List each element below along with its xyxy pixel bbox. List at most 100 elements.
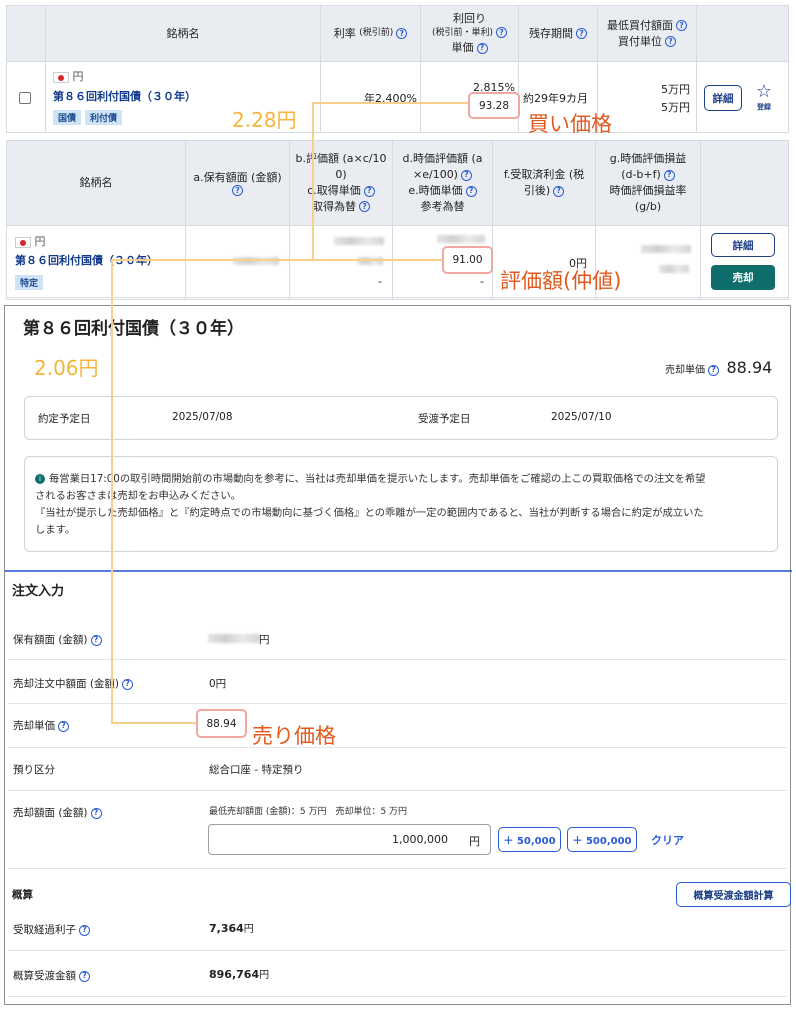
sell-price-summary: 売却単価? 88.94	[665, 358, 773, 377]
currency-label: 円	[53, 68, 84, 84]
masked-value	[437, 235, 485, 243]
term-value: 約29年9カ月	[523, 92, 588, 105]
row-checkbox[interactable]	[19, 92, 31, 104]
buy-price-highlight: 93.28	[468, 92, 520, 119]
buy-spread-annotation: 2.28円	[232, 108, 297, 132]
unit-value: 5万円	[661, 101, 690, 114]
accrued-interest-value: 7,364円	[209, 922, 254, 935]
help-icon[interactable]: ?	[476, 42, 488, 54]
holding-label: 保有額面 (金額)?	[13, 632, 102, 647]
japan-flag-icon	[15, 236, 31, 248]
help-icon[interactable]: ?	[58, 720, 69, 732]
custody-label: 預り区分	[13, 764, 55, 776]
settlement-amount-value: 896,764円	[209, 968, 270, 981]
sell-face-label: 売却額面 (金額)?	[13, 805, 102, 820]
header-rate: 利率 (税引前)?	[321, 6, 420, 61]
help-icon[interactable]: ?	[708, 364, 719, 376]
help-icon[interactable]: ?	[90, 634, 102, 646]
header-market-value: d.時価評価額 (a ×e/100)? e.時価単価? 参考為替	[402, 152, 483, 213]
help-icon[interactable]: ?	[465, 185, 477, 197]
mid-price-annotation: 評価額(仲値)	[500, 269, 622, 293]
selling-amount-value: 0円	[209, 678, 227, 690]
help-icon[interactable]: ?	[90, 807, 102, 819]
header-valuation: b.評価額 (a×c/10 0) c.取得単価? 取得為替?	[295, 152, 387, 213]
help-icon[interactable]: ?	[676, 20, 687, 32]
page-title: 第８６回利付国債（３０年）	[23, 319, 244, 339]
min-amount-value: 5万円	[661, 83, 690, 96]
purchase-bond-table: 銘柄名 利率 (税引前)? 利回り (税引前・単利)? 単価? 残存期間? 最低…	[6, 5, 789, 133]
help-icon[interactable]: ?	[232, 185, 243, 197]
help-icon[interactable]: ?	[396, 28, 408, 39]
account-tag: 特定	[15, 275, 47, 290]
header-name: 銘柄名	[166, 26, 200, 40]
header-yield: 利回り (税引前・単利)? 単価?	[421, 6, 518, 61]
detail-button[interactable]: 詳細	[711, 233, 775, 257]
help-icon[interactable]: ?	[665, 36, 676, 47]
accrued-interest-label: 受取経過利子?	[13, 922, 90, 937]
japan-flag-icon	[53, 71, 69, 83]
reference-fx: -	[480, 275, 484, 288]
custody-value: 総合口座 - 特定預り	[209, 764, 304, 776]
header-received-interest: f.受取済利金 (税 引後)?	[503, 168, 585, 197]
holdings-table: 銘柄名 a.保有額面 (金額)? b.評価額 (a×c/10 0) c.取得単価…	[6, 140, 789, 300]
connector-line	[111, 259, 113, 723]
clear-link[interactable]: クリア	[651, 832, 684, 848]
sell-face-hint: 最低売却額面 (金額)：5 万円 売却単位：5 万円	[209, 807, 408, 817]
header-gain-loss: g.時価評価損益 (d-b+f)? 時価評価損益率 (g/b)	[609, 152, 687, 213]
connector-line	[111, 722, 196, 724]
section-divider	[5, 570, 792, 572]
masked-value	[334, 237, 384, 245]
order-section-heading: 注文入力	[12, 584, 65, 599]
acquired-fx: -	[378, 275, 382, 288]
header-face-amount: a.保有額面 (金額)?	[193, 170, 282, 197]
contract-date-label: 約定予定日	[38, 413, 91, 425]
help-icon[interactable]: ?	[496, 26, 508, 38]
info-icon: i	[35, 474, 45, 484]
sell-price-annotation: 売り価格	[252, 724, 336, 748]
currency-label: 円	[15, 233, 46, 249]
calc-estimate-button[interactable]: 概算受渡金額計算	[676, 882, 791, 907]
bond-name-link[interactable]: 第８６回利付国債（３０年）	[53, 88, 196, 104]
detail-button[interactable]: 詳細	[704, 85, 742, 111]
sell-order-panel: 第８６回利付国債（３０年） 売却単価? 88.94 約定予定日 2025/07/…	[4, 305, 792, 1005]
schedule-box: 約定予定日 2025/07/08 受渡予定日 2025/07/10	[24, 396, 778, 440]
help-icon[interactable]: ?	[79, 970, 90, 982]
help-icon[interactable]: ?	[663, 169, 675, 181]
help-icon[interactable]: ?	[79, 924, 90, 936]
connector-line	[112, 259, 442, 261]
sell-face-input[interactable]: 1,000,000 円	[208, 824, 491, 855]
connector-line	[312, 102, 314, 260]
market-price-highlight: 91.00	[442, 246, 493, 274]
delivery-date: 2025/07/10	[551, 411, 612, 423]
sell-spread-annotation: 2.06円	[34, 356, 99, 380]
contract-date: 2025/07/08	[172, 411, 233, 423]
add-50000-button[interactable]: ＋ 50,000	[498, 827, 561, 852]
star-icon: ☆	[755, 81, 773, 102]
selling-amount-label: 売却注文中額面 (金額)?	[13, 676, 134, 691]
connector-line	[313, 102, 468, 104]
bond-tags: 国債 利付債	[53, 110, 126, 125]
masked-value	[208, 634, 260, 643]
add-500000-button[interactable]: ＋ 500,000	[567, 827, 637, 852]
settlement-amount-label: 概算受渡金額?	[13, 968, 90, 983]
header-min-amount: 最低買付額面? 買付単位?	[598, 6, 696, 61]
tag-jgb: 国債	[53, 110, 82, 125]
masked-value	[659, 265, 689, 273]
holding-unit: 円	[259, 634, 270, 646]
help-icon[interactable]: ?	[576, 28, 587, 39]
help-icon[interactable]: ?	[122, 678, 134, 690]
help-icon[interactable]: ?	[460, 169, 472, 181]
estimate-heading: 概算	[12, 889, 33, 901]
help-icon[interactable]: ?	[553, 185, 565, 197]
sell-button[interactable]: 売却	[711, 265, 775, 290]
help-icon[interactable]: ?	[359, 201, 370, 213]
tag-coupon: 利付債	[85, 110, 123, 125]
header-term: 残存期間?	[519, 6, 597, 61]
unit-price-label: 売却単価?	[13, 718, 69, 733]
header-name: 銘柄名	[79, 176, 113, 190]
masked-value	[641, 245, 691, 253]
sell-price-highlight: 88.94	[196, 709, 247, 738]
help-icon[interactable]: ?	[363, 185, 375, 197]
register-button[interactable]: ☆ 登録	[752, 82, 776, 116]
notice-box: i 毎営業日17:00の取引時間開始前の市場動向を参考に、当社は売却単価を提示いた…	[24, 456, 778, 552]
